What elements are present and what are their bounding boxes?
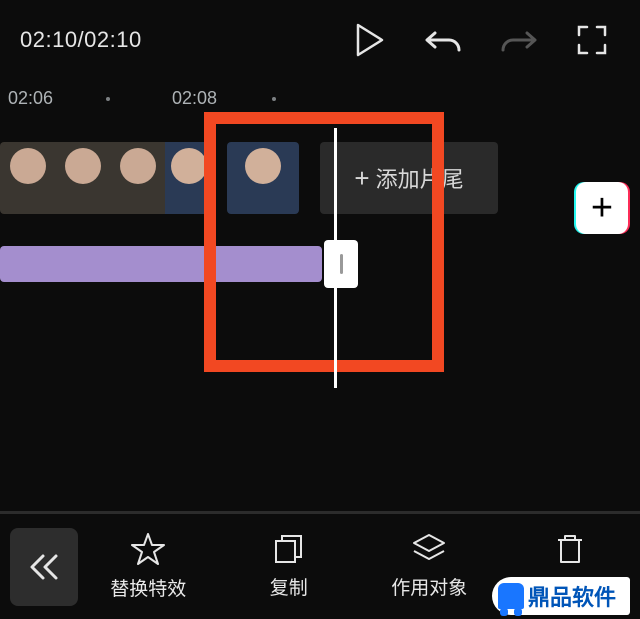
layers-icon — [412, 533, 446, 565]
add-fab-button[interactable]: + — [576, 182, 628, 234]
clip-thumbnail — [0, 142, 55, 214]
redo-icon — [499, 25, 537, 55]
copy-icon — [273, 533, 305, 565]
play-icon — [355, 23, 385, 57]
toolbar-back-button[interactable] — [10, 528, 78, 606]
trash-icon — [555, 533, 585, 565]
tool-replace-effect[interactable]: 替换特效 — [78, 532, 219, 601]
ruler-mark: 02:06 — [8, 88, 53, 109]
ruler-tick — [106, 97, 110, 101]
tool-label: 替换特效 — [110, 574, 186, 601]
player-top-bar: 02:10/02:10 — [0, 0, 640, 80]
undo-icon — [425, 25, 463, 55]
plus-icon: + — [591, 189, 613, 227]
expand-icon — [577, 25, 607, 55]
brand-watermark: 鼎品软件 — [492, 577, 630, 615]
timecode-display: 02:10/02:10 — [20, 27, 142, 53]
ruler-tick — [272, 97, 276, 101]
redo-button[interactable] — [486, 8, 550, 72]
tool-target[interactable]: 作用对象 — [359, 533, 500, 600]
timeline-area[interactable]: + 添加片尾 — [0, 128, 640, 388]
star-icon — [131, 532, 165, 566]
ruler-mark: 02:08 — [172, 88, 217, 109]
tutorial-highlight-box — [204, 112, 444, 372]
clip-thumbnail — [110, 142, 165, 214]
clip-thumbnail — [55, 142, 110, 214]
tool-copy[interactable]: 复制 — [219, 533, 360, 600]
tool-label: 作用对象 — [391, 573, 467, 600]
video-clip-main[interactable] — [0, 142, 212, 214]
fullscreen-button[interactable] — [560, 8, 624, 72]
playhead[interactable] — [334, 128, 337, 388]
chevron-double-left-icon — [27, 552, 61, 582]
brand-watermark-text: 鼎品软件 — [528, 580, 616, 612]
tool-label: 复制 — [270, 573, 308, 600]
undo-button[interactable] — [412, 8, 476, 72]
play-button[interactable] — [338, 8, 402, 72]
brand-logo-icon — [498, 583, 524, 609]
